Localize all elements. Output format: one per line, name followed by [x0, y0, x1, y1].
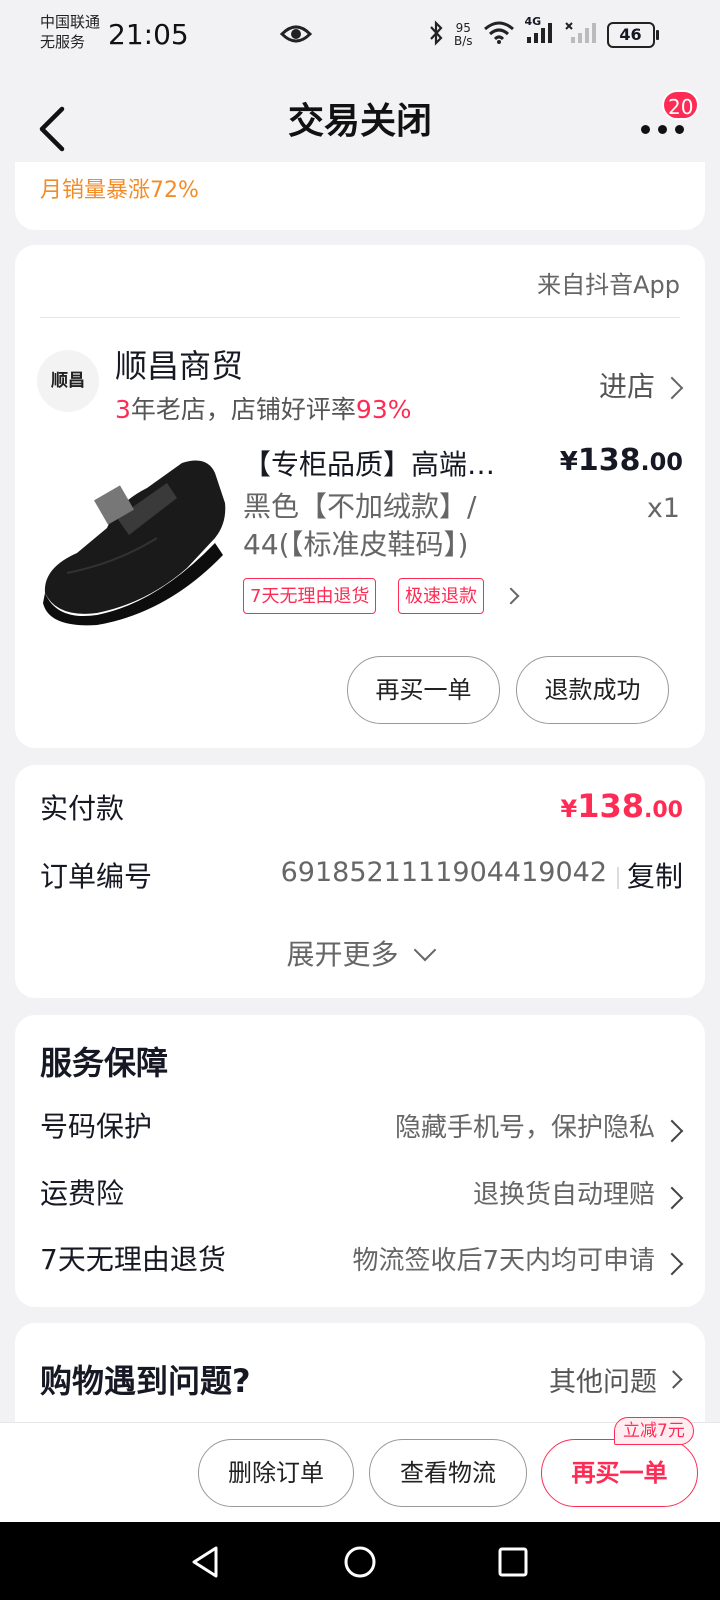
chevron-right-icon[interactable] — [660, 1119, 684, 1143]
paid-decimal: .00 — [644, 798, 683, 823]
network-speed: 95 B/s — [454, 22, 473, 48]
shoe-icon — [43, 460, 226, 626]
divider — [40, 317, 680, 318]
discount-badge: 立减7元 — [614, 1417, 694, 1445]
divider — [617, 867, 619, 889]
chevron-right-icon[interactable] — [660, 1186, 684, 1210]
product-image[interactable] — [37, 443, 227, 633]
shop-name[interactable]: 顺昌商贸 — [115, 341, 243, 387]
wifi-icon — [483, 21, 515, 49]
status-bar: 中国联通 无服务 21:05 95 B/s 4G 46 — [0, 0, 720, 70]
order-number-label: 订单编号 — [40, 860, 153, 893]
service-row-label: 号码保护 — [40, 1110, 153, 1143]
price-decimal: .00 — [640, 448, 683, 476]
service-row-value[interactable]: 退换货自动理赔 — [473, 1174, 655, 1211]
service-title: 服务保障 — [40, 1044, 169, 1082]
chevron-right-icon — [664, 1370, 683, 1389]
payment-card: 实付款 ¥138.00 订单编号 6918521111904419042 复制 … — [15, 765, 705, 998]
system-nav-bar — [0, 1522, 720, 1600]
paid-label: 实付款 — [40, 792, 125, 825]
chevron-right-icon[interactable] — [502, 587, 520, 605]
chevron-down-icon — [414, 938, 437, 962]
order-number: 6918521111904419042 — [280, 857, 607, 888]
product-price: ¥138.00 — [560, 443, 683, 478]
view-logistics-button[interactable]: 查看物流 — [369, 1439, 527, 1507]
network-speed-unit: B/s — [454, 34, 473, 48]
service-row-value[interactable]: 物流签收后7天内均可申请 — [352, 1240, 655, 1277]
chevron-right-icon[interactable] — [660, 1252, 684, 1276]
eye-icon — [279, 22, 313, 50]
promo-card: 月销量暴涨72% — [15, 162, 705, 230]
enter-shop-link[interactable]: 进店 — [599, 365, 655, 405]
nav-home-icon[interactable] — [342, 1544, 378, 1580]
more-dots-icon — [641, 125, 650, 134]
shop-years: 3 — [115, 395, 131, 424]
service-card: 服务保障 号码保护 隐藏手机号，保护隐私 运费险 退换货自动理赔 7天无理由退货… — [15, 1015, 705, 1307]
network-type-label: 4G — [524, 15, 542, 28]
order-source: 来自抖音App — [537, 271, 680, 299]
carrier-service: 无服务 — [40, 33, 86, 51]
paid-integer: 138 — [577, 787, 645, 825]
promo-text: 月销量暴涨72% — [40, 178, 199, 203]
nav-recents-icon[interactable] — [496, 1544, 530, 1580]
order-card: 来自抖音App 顺昌 顺昌商贸 3年老店，店铺好评率93% 进店 【专柜品质】高… — [15, 245, 705, 748]
service-row-label: 运费险 — [40, 1177, 125, 1210]
nav-back-icon[interactable] — [188, 1544, 222, 1580]
spec-line: 44(【标准皮鞋码】) — [243, 528, 469, 561]
carrier-info: 中国联通 无服务 — [40, 12, 100, 52]
copy-button[interactable]: 复制 — [627, 855, 683, 895]
rebuy-bottom-button[interactable]: 再买一单 — [541, 1439, 698, 1507]
battery-icon: 46 — [606, 22, 659, 48]
price-symbol: ¥ — [559, 447, 578, 477]
chevron-right-icon — [660, 376, 684, 400]
help-title: 购物遇到问题? — [40, 1362, 251, 1400]
carrier-name: 中国联通 — [40, 13, 101, 31]
delete-order-button[interactable]: 删除订单 — [198, 1439, 354, 1507]
bottom-action-bar: 删除订单 查看物流 再买一单 立减7元 — [0, 1417, 720, 1523]
shop-desc: 年老店，店铺好评率 — [130, 395, 356, 424]
nav-bar: 交易关闭 — [0, 70, 720, 170]
service-row-label: 7天无理由退货 — [40, 1243, 226, 1276]
expand-more-label: 展开更多 — [286, 938, 399, 971]
paid-amount: ¥138.00 — [561, 787, 683, 825]
no-signal-icon — [564, 21, 597, 49]
shop-info: 3年老店，店铺好评率93% — [115, 390, 412, 426]
refund-status-button[interactable]: 退款成功 — [516, 656, 669, 724]
paid-symbol: ¥ — [560, 795, 578, 823]
service-row-value[interactable]: 隐藏手机号，保护隐私 — [395, 1107, 655, 1144]
spec-line: 黑色【不加绒款】/ — [243, 490, 477, 523]
product-spec: 黑色【不加绒款】/ 44(【标准皮鞋码】) — [243, 488, 476, 564]
tag-fast-refund: 极速退款 — [398, 578, 484, 614]
product-title[interactable]: 【专柜品质】高端… — [243, 443, 495, 483]
tag-7day-return: 7天无理由退货 — [243, 578, 377, 614]
shop-rating: 93% — [355, 395, 412, 424]
clock: 21:05 — [108, 18, 189, 51]
notification-badge: 20 — [662, 90, 700, 120]
cellular-signal-icon: 4G — [525, 15, 555, 49]
system-icons: 95 B/s 4G 46 — [428, 15, 659, 52]
price-integer: 138 — [577, 443, 641, 478]
rebuy-button[interactable]: 再买一单 — [347, 656, 500, 724]
expand-more-button[interactable]: 展开更多 — [15, 933, 705, 973]
other-issues-link[interactable]: 其他问题 — [549, 1360, 657, 1399]
shop-logo[interactable]: 顺昌 — [37, 350, 99, 412]
bluetooth-icon — [428, 20, 444, 50]
page-title: 交易关闭 — [287, 101, 432, 142]
product-quantity: x1 — [646, 493, 680, 524]
